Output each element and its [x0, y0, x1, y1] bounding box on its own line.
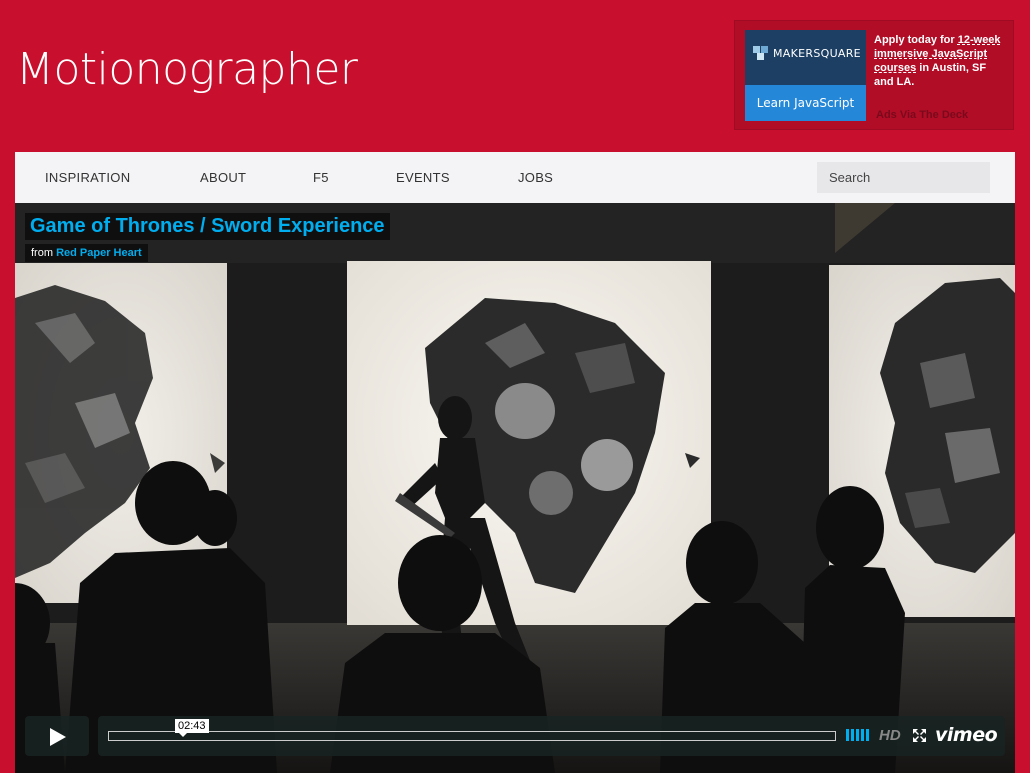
duration-label: 02:43	[175, 719, 209, 737]
player-controls: 02:43 HD vimeo	[25, 716, 1005, 756]
ad-brand: MAKERSQUARE	[773, 46, 861, 60]
nav-item-f5[interactable]: F5	[313, 170, 329, 185]
vimeo-logo[interactable]: vimeo	[935, 724, 998, 746]
play-button[interactable]	[25, 716, 89, 756]
nav-item-events[interactable]: EVENTS	[396, 170, 450, 185]
volume-icon[interactable]	[846, 729, 869, 741]
video-author-link[interactable]: Red Paper Heart	[56, 247, 142, 259]
nav-item-about[interactable]: ABOUT	[200, 170, 246, 185]
hd-toggle[interactable]: HD	[879, 727, 901, 744]
control-bar: 02:43 HD vimeo	[98, 716, 1005, 756]
ad-unit: MAKERSQUARE Learn JavaScript Apply today…	[734, 20, 1014, 130]
video-title[interactable]: Game of Thrones / Sword Experience	[25, 213, 390, 240]
ad-copy: Apply today for 12-week immersive JavaSc…	[874, 34, 1001, 88]
video-player[interactable]: Game of Thrones / Sword Experience from …	[15, 203, 1015, 773]
video-frame	[15, 203, 1015, 773]
ad-via-link[interactable]: Ads Via The Deck	[876, 109, 968, 121]
nav-item-inspiration[interactable]: INSPIRATION	[45, 170, 130, 185]
ad-image[interactable]: MAKERSQUARE Learn JavaScript	[745, 30, 866, 121]
site-logo[interactable]: Motionographer	[16, 44, 358, 95]
search-input[interactable]	[817, 162, 990, 193]
play-icon	[50, 728, 66, 746]
ad-cta: Learn JavaScript	[745, 85, 866, 121]
video-byline: from Red Paper Heart	[25, 244, 148, 262]
main-nav: INSPIRATION ABOUT F5 EVENTS JOBS	[15, 152, 1015, 203]
makersquare-logo: MAKERSQUARE	[753, 46, 861, 60]
progress-bar[interactable]: 02:43	[108, 719, 836, 741]
fullscreen-icon[interactable]	[912, 728, 927, 743]
cube-icon	[753, 46, 769, 60]
nav-item-jobs[interactable]: JOBS	[518, 170, 553, 185]
